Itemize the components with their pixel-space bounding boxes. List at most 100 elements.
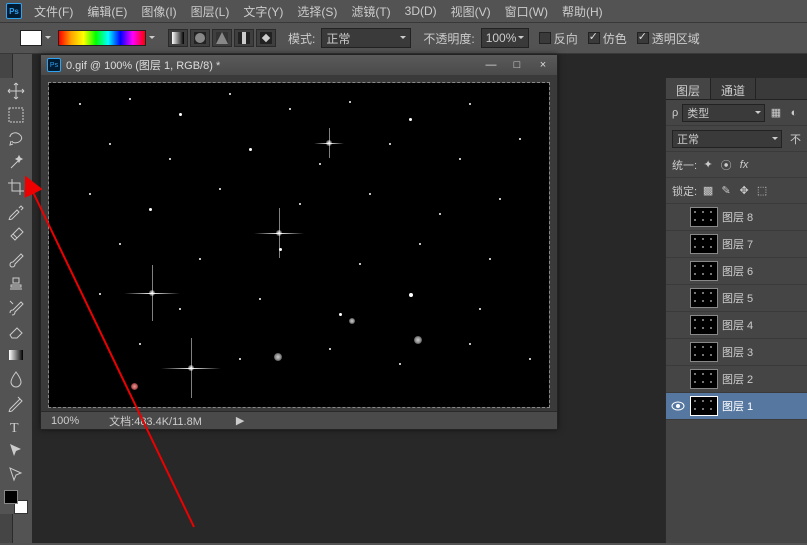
marquee-tool[interactable] [4,104,28,126]
layer-item[interactable]: 图层 4 [666,312,807,339]
lock-pos-icon[interactable]: ✥ [737,184,751,198]
tab-layers[interactable]: 图层 [666,78,711,99]
menu-layer[interactable]: 图层(L) [185,0,236,23]
layer-thumb [690,207,718,227]
gradient-diamond-button[interactable] [256,29,276,47]
gradient-preview[interactable] [58,30,146,46]
tab-channels[interactable]: 通道 [711,78,756,99]
menu-filter[interactable]: 滤镜(T) [345,0,396,23]
gradient-type-group [168,29,276,47]
layer-item[interactable]: 图层 3 [666,339,807,366]
close-button[interactable]: × [535,58,551,72]
lock-paint-icon[interactable]: ✎ [719,184,733,198]
foreground-swatch[interactable] [20,30,42,46]
layer-name[interactable]: 图层 8 [722,209,753,225]
layer-item[interactable]: 图层 1 [666,393,807,420]
layer-name[interactable]: 图层 3 [722,344,753,360]
layer-item[interactable]: 图层 2 [666,366,807,393]
blur-tool[interactable] [4,368,28,390]
eraser-tool[interactable] [4,320,28,342]
history-brush-tool[interactable] [4,296,28,318]
doc-size[interactable]: 文档:483.4K/11.8M [109,413,202,429]
menu-select[interactable]: 选择(S) [291,0,343,23]
path-select-tool[interactable] [4,440,28,462]
panel-tabs: 图层 通道 [666,78,807,100]
document-titlebar[interactable]: Ps 0.gif @ 100% (图层 1, RGB/8) * — □ × [41,55,557,75]
lock-pixels-icon[interactable]: ▩ [701,184,715,198]
opacity-input[interactable]: 100% [481,28,529,48]
gradient-angle-button[interactable] [212,29,232,47]
layer-thumb [690,315,718,335]
eyedropper-tool[interactable] [4,200,28,222]
document-canvas[interactable] [49,83,549,407]
lock-all-icon[interactable]: ⬚ [755,184,769,198]
svg-text:T: T [10,421,19,436]
gradient-tool[interactable] [4,344,28,366]
magic-wand-tool[interactable] [4,152,28,174]
healing-tool[interactable] [4,224,28,246]
type-tool[interactable]: T [4,416,28,438]
document-statusbar: 100% 文档:483.4K/11.8M ▶ [41,411,557,429]
brush-tool[interactable] [4,248,28,270]
blend-row: 正常 不 [666,126,807,152]
layer-name[interactable]: 图层 6 [722,263,753,279]
ps-logo-icon: Ps [6,3,22,19]
crop-tool[interactable] [4,176,28,198]
layer-item[interactable]: 图层 7 [666,231,807,258]
opacity-label: 不透明度: [423,30,474,47]
unify-vis-icon[interactable]: ⦿ [719,158,733,172]
maximize-button[interactable]: □ [509,58,525,72]
direct-select-tool[interactable] [4,464,28,486]
gradient-reflected-button[interactable] [234,29,254,47]
layer-item[interactable]: 图层 5 [666,285,807,312]
menu-3d[interactable]: 3D(D) [399,1,443,21]
menu-file[interactable]: 文件(F) [28,0,79,23]
layer-name[interactable]: 图层 1 [722,398,753,414]
unify-row: 统一: ✦ ⦿ fx [666,152,807,178]
dither-checkbox[interactable]: 仿色 [588,30,627,47]
stamp-tool[interactable] [4,272,28,294]
layers-panel: 图层 通道 ρ 类型 ▦ ◐ 正常 不 统一: ✦ ⦿ fx 锁定: ▩ ✎ ✥… [665,78,807,543]
layer-name[interactable]: 图层 2 [722,371,753,387]
layer-blend-select[interactable]: 正常 [672,130,782,148]
filter-img-icon[interactable]: ▦ [769,106,783,120]
reverse-checkbox[interactable]: 反向 [539,30,578,47]
layer-thumb [690,342,718,362]
menu-window[interactable]: 窗口(W) [499,0,554,23]
visibility-toggle[interactable] [670,401,686,411]
minimize-button[interactable]: — [483,58,499,72]
zoom-level[interactable]: 100% [51,415,79,427]
menu-image[interactable]: 图像(I) [135,0,182,23]
menu-type[interactable]: 文字(Y) [237,0,289,23]
options-bar: 模式: 正常 不透明度: 100% 反向 仿色 透明区域 [0,22,807,54]
layer-item[interactable]: 图层 8 [666,204,807,231]
layer-item[interactable]: 图层 6 [666,258,807,285]
layer-name[interactable]: 图层 4 [722,317,753,333]
lasso-tool[interactable] [4,128,28,150]
pen-tool[interactable] [4,392,28,414]
gradient-linear-button[interactable] [168,29,188,47]
menu-view[interactable]: 视图(V) [445,0,497,23]
color-picker[interactable] [4,490,28,514]
layer-filter-select[interactable]: 类型 [682,104,765,122]
menu-help[interactable]: 帮助(H) [556,0,609,23]
ps-doc-icon: Ps [47,58,61,72]
menu-bar: Ps 文件(F) 编辑(E) 图像(I) 图层(L) 文字(Y) 选择(S) 滤… [0,0,807,22]
gradient-radial-button[interactable] [190,29,210,47]
unify-label: 统一: [672,157,697,173]
dither-label: 仿色 [603,30,627,47]
filter-adj-icon[interactable]: ◐ [787,106,801,120]
move-tool[interactable] [4,80,28,102]
layer-name[interactable]: 图层 7 [722,236,753,252]
menu-edit[interactable]: 编辑(E) [81,0,133,23]
mode-label: 模式: [288,30,315,47]
lock-row: 锁定: ▩ ✎ ✥ ⬚ [666,178,807,204]
layer-thumb [690,234,718,254]
blend-mode-select[interactable]: 正常 [321,28,411,48]
layer-name[interactable]: 图层 5 [722,290,753,306]
transparency-label: 透明区域 [652,30,700,47]
layer-thumb [690,369,718,389]
transparency-checkbox[interactable]: 透明区域 [637,30,700,47]
unify-style-icon[interactable]: fx [737,158,751,172]
unify-pos-icon[interactable]: ✦ [701,158,715,172]
